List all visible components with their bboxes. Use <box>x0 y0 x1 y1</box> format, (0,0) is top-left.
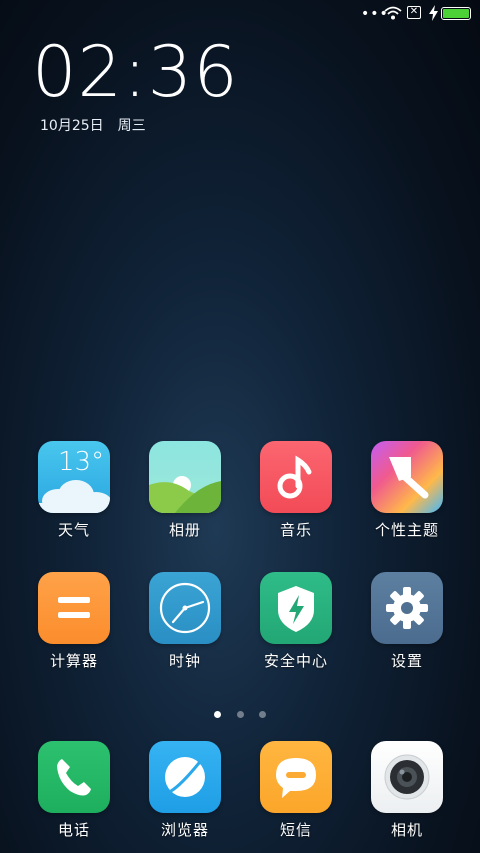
app-calculator[interactable]: 计算器 <box>24 572 124 671</box>
app-clock[interactable]: 时钟 <box>135 572 235 671</box>
charging-icon <box>429 5 438 21</box>
clock-time[interactable]: 02:36 <box>32 36 239 108</box>
settings-icon <box>371 572 443 644</box>
dock-camera[interactable]: 相机 <box>357 741 457 840</box>
app-label: 时钟 <box>168 652 201 670</box>
browser-icon <box>149 741 221 813</box>
phone-icon <box>38 741 110 813</box>
battery-icon <box>441 7 471 20</box>
page-dot[interactable] <box>258 711 266 718</box>
gallery-icon <box>149 441 221 513</box>
app-label: 音乐 <box>279 521 312 539</box>
calculator-icon <box>38 572 110 644</box>
no-sim-icon: ✕ <box>407 6 421 19</box>
weekday-text: 周三 <box>117 118 146 134</box>
date-text: 10月25日 <box>40 118 104 134</box>
app-security[interactable]: 安全中心 <box>246 572 346 671</box>
camera-icon <box>371 741 443 813</box>
security-icon <box>260 572 332 644</box>
weather-icon: 13° <box>38 441 110 513</box>
app-label: 相机 <box>390 821 423 839</box>
app-label: 短信 <box>279 821 312 839</box>
music-icon <box>260 441 332 513</box>
wifi-icon <box>384 6 402 20</box>
app-label: 计算器 <box>49 652 98 670</box>
app-label: 电话 <box>57 821 90 839</box>
app-label: 相册 <box>168 521 201 539</box>
app-gallery[interactable]: 相册 <box>135 441 235 540</box>
app-label: 安全中心 <box>263 652 328 670</box>
app-music[interactable]: 音乐 <box>246 441 346 540</box>
app-themes[interactable]: 个性主题 <box>357 441 457 540</box>
page-dot[interactable] <box>214 711 222 718</box>
app-label: 设置 <box>390 652 423 670</box>
status-bar: ••• ✕ <box>0 0 480 28</box>
app-label: 浏览器 <box>160 821 209 839</box>
clock-icon <box>149 572 221 644</box>
dock-browser[interactable]: 浏览器 <box>135 741 235 840</box>
dock-phone[interactable]: 电话 <box>24 741 124 840</box>
page-dot[interactable] <box>236 711 244 718</box>
page-indicator <box>0 703 480 722</box>
app-label: 天气 <box>57 521 90 539</box>
app-label: 个性主题 <box>374 521 439 539</box>
app-settings[interactable]: 设置 <box>357 572 457 671</box>
themes-icon <box>371 441 443 513</box>
app-weather[interactable]: 13° 天气 <box>24 441 124 540</box>
clock-date: 10月25日 周三 <box>40 115 146 135</box>
messages-icon <box>260 741 332 813</box>
dock-messages[interactable]: 短信 <box>246 741 346 840</box>
